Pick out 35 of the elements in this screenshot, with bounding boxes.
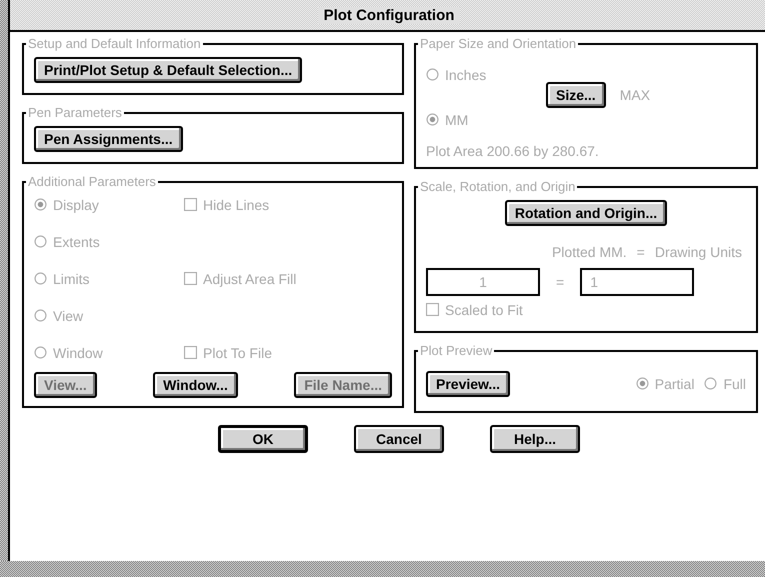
radio-label: Window xyxy=(53,344,103,360)
column-label: Plotted MM. xyxy=(552,244,627,260)
radio-label: Full xyxy=(723,376,746,392)
radio-label: Partial xyxy=(654,376,694,392)
dialog-button[interactable]: OK xyxy=(218,425,308,453)
window-title: Plot Configuration xyxy=(318,6,460,24)
dialog-button[interactable]: Rotation and Origin... xyxy=(504,200,668,226)
dialog-button[interactable]: Window... xyxy=(153,372,238,398)
checkbox-label: Hide Lines xyxy=(203,196,270,212)
dialog-button[interactable]: Pen Assignments... xyxy=(34,126,183,152)
group-label: Paper Size and Orientation xyxy=(419,36,578,51)
radio-label: Display xyxy=(53,196,99,212)
group-label: Additional Parameters xyxy=(27,174,157,189)
plot-area-text: Plot Area 200.66 by 280.67. xyxy=(426,142,600,159)
dialog-button[interactable]: Cancel xyxy=(354,425,444,453)
radio-label: Extents xyxy=(53,234,100,250)
group-label: Pen Parameters xyxy=(27,105,123,120)
checkbox-label: Adjust Area Fill xyxy=(203,270,296,286)
checkbox-label: Scaled to Fit xyxy=(445,302,523,318)
dialog-button[interactable]: Help... xyxy=(490,425,580,453)
group-label: Plot Preview xyxy=(419,343,494,358)
group-label: Setup and Default Information xyxy=(27,36,202,51)
radio-label: Inches xyxy=(445,66,486,82)
equals-sign: = xyxy=(556,274,564,290)
radio-label: View xyxy=(53,308,84,324)
column-label: Drawing Units xyxy=(654,244,742,260)
group-label: Scale, Rotation, and Origin xyxy=(419,179,576,194)
size-value: MAX xyxy=(620,87,650,103)
radio-label: MM xyxy=(445,112,468,128)
checkbox-label: Plot To File xyxy=(203,344,272,360)
dialog-button[interactable]: Print/Plot Setup & Default Selection... xyxy=(34,57,302,83)
radio-label: Limits xyxy=(53,270,90,286)
equals-sign: = xyxy=(636,244,645,260)
dialog-button[interactable]: Size... xyxy=(546,82,606,108)
dialog-button[interactable]: Preview... xyxy=(426,370,510,396)
